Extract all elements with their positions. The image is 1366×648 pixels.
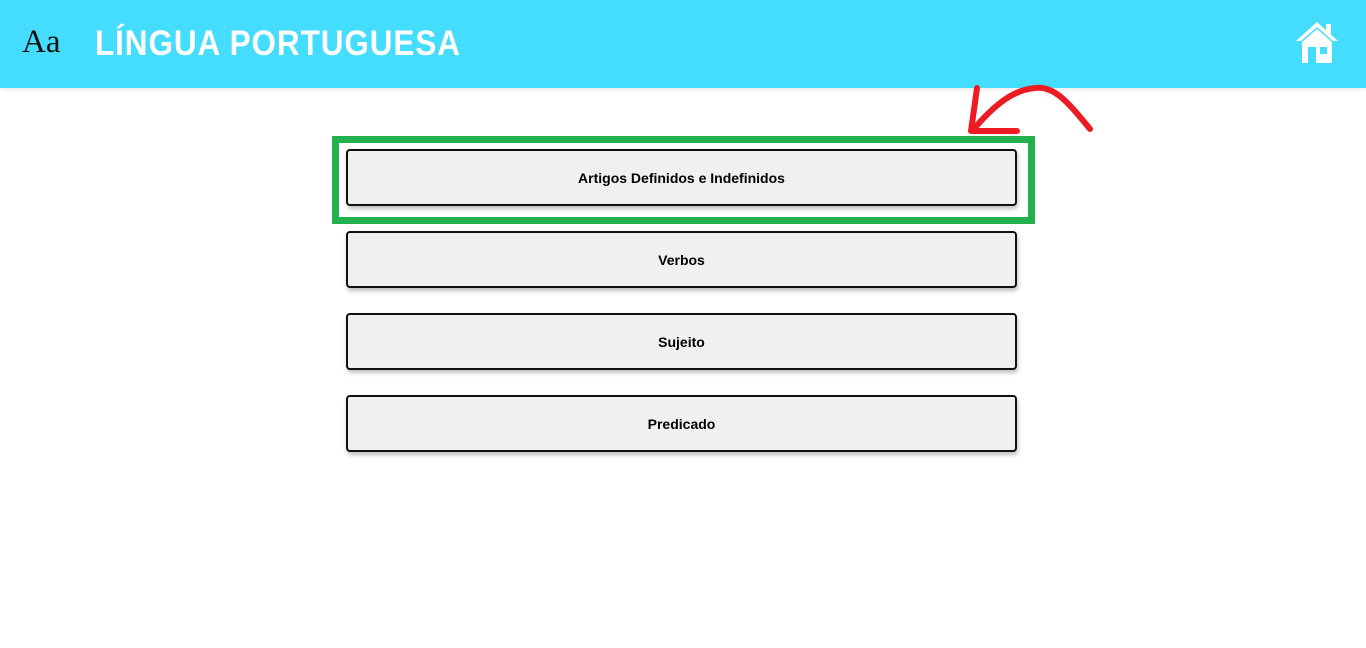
menu-button-verbos[interactable]: Verbos [346,231,1017,288]
menu-button-artigos[interactable]: Artigos Definidos e Indefinidos [346,149,1017,206]
home-icon [1296,22,1338,63]
menu-button-predicado[interactable]: Predicado [346,395,1017,452]
menu-button-sujeito[interactable]: Sujeito [346,313,1017,370]
home-button[interactable] [1294,19,1340,65]
app-header: Aa LÍNGUA PORTUGUESA [0,0,1366,88]
page-title: LÍNGUA PORTUGUESA [95,24,461,63]
logo: Aa [22,24,61,60]
